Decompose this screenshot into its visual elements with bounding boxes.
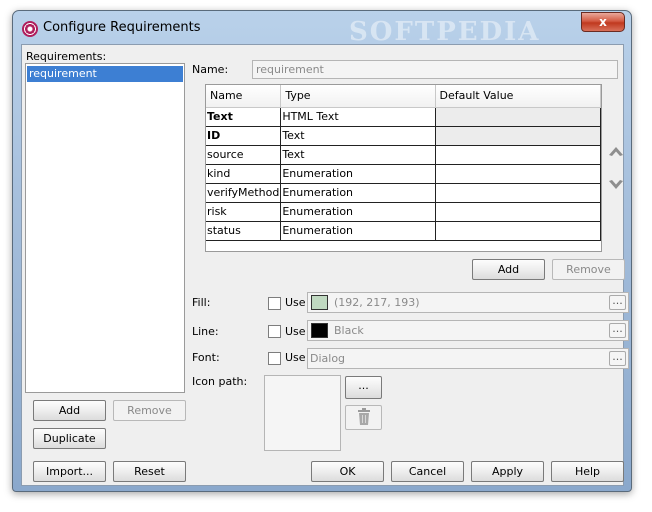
trash-icon	[357, 408, 370, 425]
icon-path-label: Icon path:	[192, 375, 248, 388]
fill-label: Fill:	[192, 296, 211, 309]
cell-name[interactable]: ID	[206, 126, 282, 146]
help-button[interactable]: Help	[551, 461, 624, 482]
ok-button[interactable]: OK	[311, 461, 384, 482]
fill-browse-button[interactable]: ...	[609, 295, 626, 310]
cell-name[interactable]: source	[206, 145, 282, 165]
icon-preview	[264, 375, 341, 451]
requirements-list[interactable]: requirement	[25, 63, 185, 393]
cell-default[interactable]	[435, 145, 602, 165]
move-up-icon[interactable]	[606, 143, 626, 159]
table-row[interactable]: kind Enumeration	[206, 164, 602, 184]
font-field: Dialog ...	[307, 348, 629, 369]
close-button[interactable]: x	[581, 12, 625, 32]
font-browse-button[interactable]: ...	[609, 351, 626, 366]
table-row[interactable]: source Text	[206, 145, 602, 165]
cell-name[interactable]: kind	[206, 164, 282, 184]
line-label: Line:	[192, 325, 219, 338]
table-row[interactable]: risk Enumeration	[206, 202, 602, 222]
duplicate-button[interactable]: Duplicate	[33, 428, 106, 449]
cell-name[interactable]: Text	[206, 107, 282, 127]
cell-type[interactable]: Text	[280, 126, 436, 146]
cell-default[interactable]	[435, 107, 602, 127]
window-title: Configure Requirements	[43, 20, 201, 35]
requirements-label: Requirements:	[26, 50, 107, 63]
line-browse-button[interactable]: ...	[609, 323, 626, 338]
reset-button[interactable]: Reset	[113, 461, 186, 482]
line-color-swatch	[311, 323, 328, 338]
cell-type[interactable]: Enumeration	[280, 221, 436, 241]
remove-property-button[interactable]: Remove	[552, 259, 625, 280]
fill-use-checkbox[interactable]	[268, 297, 281, 310]
icon-browse-button[interactable]: ...	[345, 376, 382, 399]
cell-name[interactable]: risk	[206, 202, 282, 222]
watermark-text: SOFTPEDIA	[349, 17, 541, 47]
cell-type[interactable]: Enumeration	[280, 202, 436, 222]
cell-name[interactable]: status	[206, 221, 282, 241]
delete-icon-button[interactable]	[345, 405, 382, 430]
cell-default[interactable]	[435, 221, 602, 241]
apply-button[interactable]: Apply	[471, 461, 544, 482]
dialog-body: Requirements: requirement Add Remove Dup…	[21, 44, 629, 486]
line-use-checkbox[interactable]	[268, 325, 281, 338]
cell-type[interactable]: Text	[280, 145, 436, 165]
cell-default[interactable]	[435, 202, 602, 222]
cell-default[interactable]	[435, 164, 602, 184]
table-row[interactable]: verifyMethod Enumeration	[206, 183, 602, 203]
fill-use-label: Use	[285, 296, 306, 309]
column-header-default-value[interactable]: Default Value	[435, 85, 602, 108]
column-header-name[interactable]: Name	[206, 85, 282, 108]
fill-color-swatch	[311, 295, 328, 310]
column-header-type[interactable]: Type	[280, 85, 436, 108]
app-logo-icon	[22, 21, 38, 37]
close-icon: x	[599, 15, 607, 29]
cancel-button[interactable]: Cancel	[391, 461, 464, 482]
cell-type[interactable]: HTML Text	[280, 107, 436, 127]
cell-type[interactable]: Enumeration	[280, 164, 436, 184]
table-row[interactable]: status Enumeration	[206, 221, 602, 241]
line-use-label: Use	[285, 325, 306, 338]
list-item[interactable]: requirement	[27, 66, 183, 82]
cell-default[interactable]	[435, 126, 602, 146]
add-property-button[interactable]: Add	[472, 259, 545, 280]
cell-default[interactable]	[435, 183, 602, 203]
cell-name[interactable]: verifyMethod	[206, 183, 282, 203]
table-row[interactable]: Text HTML Text	[206, 107, 602, 127]
line-value: Black	[334, 324, 364, 337]
line-field: Black ...	[307, 320, 629, 341]
fill-value: (192, 217, 193)	[334, 296, 420, 309]
font-label: Font:	[192, 351, 220, 364]
add-requirement-button[interactable]: Add	[33, 400, 106, 421]
fill-field: (192, 217, 193) ...	[307, 292, 629, 313]
font-use-checkbox[interactable]	[268, 352, 281, 365]
name-field[interactable]: requirement	[252, 60, 618, 79]
configure-requirements-window: Configure Requirements SOFTPEDIA x Requi…	[12, 10, 632, 492]
name-label: Name:	[192, 63, 229, 76]
title-bar[interactable]: Configure Requirements SOFTPEDIA x	[13, 11, 631, 47]
font-use-label: Use	[285, 351, 306, 364]
cell-type[interactable]: Enumeration	[280, 183, 436, 203]
font-value: Dialog	[310, 352, 346, 365]
table-row[interactable]: ID Text	[206, 126, 602, 146]
import-button[interactable]: Import...	[33, 461, 106, 482]
properties-table: Name Type Default Value Text HTML Text I…	[205, 84, 602, 252]
move-down-icon[interactable]	[606, 177, 626, 193]
remove-requirement-button[interactable]: Remove	[113, 400, 186, 421]
